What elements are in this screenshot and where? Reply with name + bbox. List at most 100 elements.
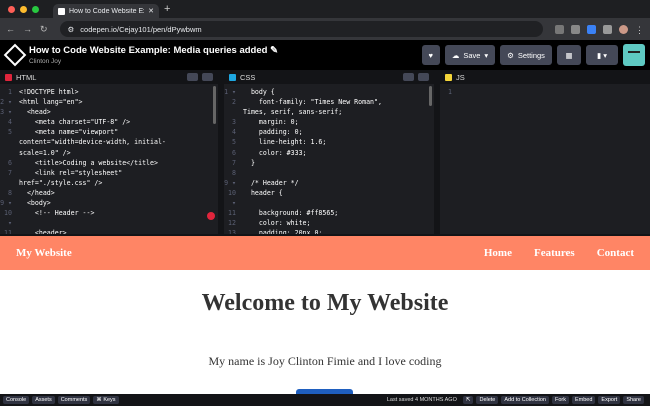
code-line[interactable]: 4 <meta charset="UTF-8" /> bbox=[0, 117, 218, 127]
code-text: /* Header */ bbox=[243, 178, 299, 187]
css-scrollbar[interactable] bbox=[429, 86, 432, 106]
line-number: 1 bbox=[448, 88, 452, 96]
html-settings-button[interactable] bbox=[187, 73, 198, 81]
code-text: <body> bbox=[19, 199, 51, 208]
pen-title[interactable]: How to Code Website Example: Media queri… bbox=[29, 45, 417, 56]
html-badge-icon bbox=[5, 73, 12, 81]
code-line[interactable]: 7 } bbox=[224, 158, 434, 168]
codepen-logo-icon[interactable] bbox=[3, 43, 27, 67]
code-line[interactable]: href="./style.css" /> bbox=[0, 178, 218, 188]
code-line[interactable]: 3 ▾ <head> bbox=[0, 107, 218, 117]
chevron-down-icon[interactable]: ▾ bbox=[484, 51, 488, 60]
js-editor[interactable]: JS 1 bbox=[440, 70, 650, 234]
new-tab-button[interactable]: + bbox=[164, 3, 170, 15]
line-number: 9 ▾ bbox=[224, 178, 236, 187]
code-line[interactable]: 8 bbox=[224, 168, 434, 178]
puzzle-icon[interactable] bbox=[603, 24, 612, 34]
code-line[interactable]: 9 ▾ /* Header */ bbox=[224, 178, 434, 188]
line-number: 8 bbox=[8, 188, 12, 197]
code-text: <title>Coding a website</title> bbox=[19, 158, 158, 167]
chrome-menu-icon[interactable]: ⋮ bbox=[635, 25, 644, 35]
bookmark-star-icon[interactable] bbox=[571, 24, 580, 34]
code-text: <head> bbox=[19, 108, 51, 117]
code-line[interactable]: Times, serif, sans-serif; bbox=[224, 107, 434, 117]
layout-button[interactable]: ▦ bbox=[557, 45, 581, 65]
keys-button[interactable]: ⌘ Keys bbox=[93, 396, 119, 404]
code-line[interactable]: 5 line-height: 1.6; bbox=[224, 137, 434, 147]
line-number: 7 bbox=[232, 158, 236, 167]
assets-button[interactable]: Assets bbox=[32, 396, 55, 404]
code-line[interactable]: scale=1.0" /> bbox=[0, 148, 218, 158]
code-line[interactable]: 6 <title>Coding a website</title> bbox=[0, 158, 218, 168]
comments-button[interactable]: Comments bbox=[57, 396, 91, 404]
delete-button[interactable]: Delete bbox=[476, 396, 499, 404]
code-line[interactable]: 10 ▾ <!-- Header --> bbox=[0, 208, 218, 228]
code-text: <link rel="stylesheet" bbox=[19, 168, 123, 177]
code-line[interactable]: 6 color: #333; bbox=[224, 148, 434, 158]
hero-tagline: My name is Joy Clinton Fimie and I love … bbox=[208, 354, 442, 368]
code-line[interactable]: 7 <link rel="stylesheet" bbox=[0, 168, 218, 178]
html-collapse-button[interactable] bbox=[202, 73, 213, 81]
css-collapse-button[interactable] bbox=[418, 73, 429, 81]
nav-contact[interactable]: Contact bbox=[597, 247, 634, 259]
share-button[interactable]: Share bbox=[623, 396, 644, 404]
console-button[interactable]: Console bbox=[3, 396, 30, 404]
nav-home[interactable]: Home bbox=[484, 247, 512, 259]
code-line[interactable]: 10 ▾ header { bbox=[224, 188, 434, 208]
error-indicator-icon[interactable] bbox=[207, 212, 215, 220]
code-line[interactable]: 9 ▾ <body> bbox=[0, 198, 218, 208]
code-line[interactable]: 12 color: white; bbox=[224, 218, 434, 228]
code-line[interactable]: 11 background: #ff8565; bbox=[224, 208, 434, 218]
save-button[interactable]: ☁ Save ▾ bbox=[445, 45, 495, 65]
nav-features[interactable]: Features bbox=[534, 247, 575, 259]
fork-button[interactable]: Fork bbox=[551, 396, 569, 404]
line-number: 11 bbox=[228, 209, 236, 218]
close-window-button[interactable] bbox=[8, 5, 15, 13]
embed-button[interactable]: Embed bbox=[571, 396, 596, 404]
code-text: } bbox=[243, 158, 255, 167]
user-avatar[interactable] bbox=[623, 44, 645, 66]
code-line[interactable]: 1 bbox=[440, 87, 650, 97]
reload-icon[interactable]: ↻ bbox=[40, 24, 48, 35]
bookmark-button[interactable]: ▮ ▾ bbox=[586, 45, 618, 65]
pen-author[interactable]: Clinton Joy bbox=[29, 58, 417, 65]
heart-button[interactable]: ♥ bbox=[421, 45, 440, 65]
code-line[interactable]: 8 </head> bbox=[0, 188, 218, 198]
browser-tab[interactable]: How to Code Website Exampl... ✕ bbox=[53, 4, 159, 18]
css-editor[interactable]: CSS 1 ▾ body {2 font-family: "Times New … bbox=[224, 70, 440, 234]
html-scrollbar[interactable] bbox=[213, 86, 216, 124]
html-label: HTML bbox=[16, 72, 37, 82]
code-line[interactable]: 4 padding: 0; bbox=[224, 127, 434, 137]
code-line[interactable]: 1 ▾ body { bbox=[224, 87, 434, 97]
js-code[interactable]: 1 bbox=[440, 84, 650, 97]
profile-avatar-icon[interactable] bbox=[619, 24, 628, 34]
cast-icon[interactable] bbox=[555, 24, 564, 34]
export-button[interactable]: Export bbox=[598, 396, 621, 404]
html-code[interactable]: 1 <!DOCTYPE html> 2 ▾ <html lang="en"> 3 ▾ <… bbox=[0, 84, 218, 234]
pencil-icon[interactable]: ✎ bbox=[270, 45, 278, 56]
gear-icon: ⚙ bbox=[507, 50, 514, 60]
html-editor[interactable]: HTML 1 <!DOCTYPE html> 2 ▾ <html lang="en">… bbox=[0, 70, 224, 234]
address-bar[interactable]: ⚙ codepen.io/Cejay101/pen/dPywbwm bbox=[59, 21, 543, 37]
code-line[interactable]: 5 <meta name="viewport" bbox=[0, 127, 218, 137]
code-line[interactable]: 1 <!DOCTYPE html> bbox=[0, 87, 218, 97]
site-brand[interactable]: My Website bbox=[16, 247, 72, 259]
code-line[interactable]: content="width=device-width, initial- bbox=[0, 137, 218, 147]
site-nav: Home Features Contact bbox=[484, 247, 634, 259]
css-code[interactable]: 1 ▾ body {2 font-family: "Times New Roma… bbox=[224, 84, 434, 234]
minimize-window-button[interactable] bbox=[20, 5, 27, 13]
maximize-window-button[interactable] bbox=[32, 5, 39, 13]
add-to-collection-button[interactable]: Add to Collection bbox=[501, 396, 549, 404]
back-icon[interactable]: ← bbox=[6, 24, 15, 34]
css-settings-button[interactable] bbox=[403, 73, 414, 81]
open-external-icon[interactable]: ⇱ bbox=[462, 396, 474, 404]
site-info-icon[interactable]: ⚙ bbox=[68, 25, 75, 34]
settings-button[interactable]: ⚙ Settings bbox=[500, 45, 552, 65]
code-line[interactable]: 2 font-family: "Times New Roman", bbox=[224, 97, 434, 107]
close-tab-icon[interactable]: ✕ bbox=[148, 7, 154, 15]
forward-icon[interactable]: → bbox=[23, 24, 32, 34]
code-line[interactable]: 3 margin: 0; bbox=[224, 117, 434, 127]
codepen-favicon-icon bbox=[58, 7, 65, 15]
code-line[interactable]: 2 ▾ <html lang="en"> bbox=[0, 97, 218, 107]
extension-icon[interactable] bbox=[587, 24, 596, 34]
